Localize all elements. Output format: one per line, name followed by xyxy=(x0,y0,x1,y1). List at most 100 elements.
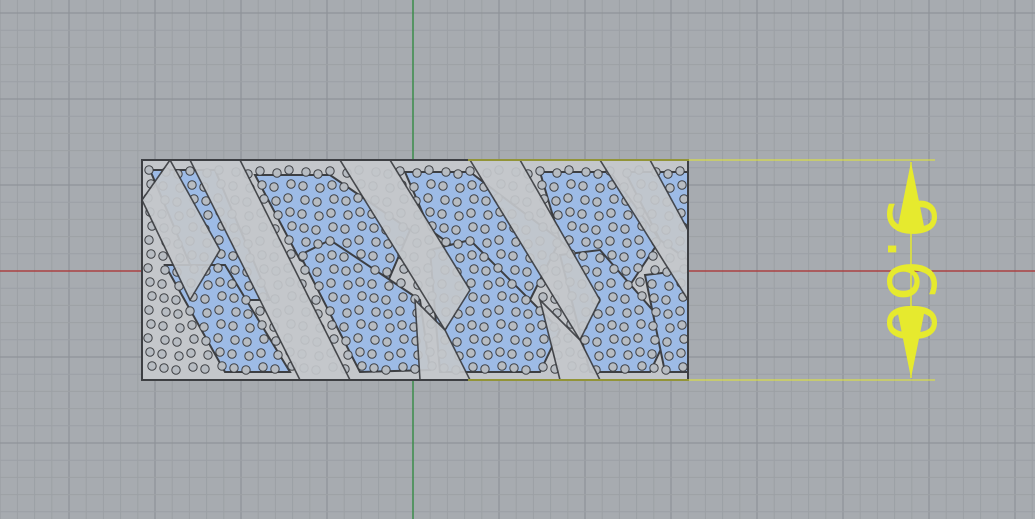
pave-stone xyxy=(567,221,577,231)
pave-stone xyxy=(188,362,198,372)
pave-stone xyxy=(144,305,154,315)
pave-stone xyxy=(497,291,507,301)
pave-stone xyxy=(370,335,380,345)
pave-stone xyxy=(329,194,339,204)
pave-stone xyxy=(591,225,601,235)
pave-stone xyxy=(187,320,197,330)
pave-stone xyxy=(539,334,549,344)
pave-stone xyxy=(581,237,591,247)
pave-stone xyxy=(385,323,395,333)
pave-stone xyxy=(594,351,604,361)
pave-stone xyxy=(661,365,671,375)
pave-stone xyxy=(369,293,379,303)
pave-stone xyxy=(203,210,213,220)
pave-stone xyxy=(342,238,352,248)
pave-stone xyxy=(214,305,224,315)
pave-stone xyxy=(605,306,615,316)
pave-stone xyxy=(143,333,153,343)
pave-stone xyxy=(648,321,658,331)
pave-stone xyxy=(521,295,531,305)
pave-stone xyxy=(423,193,433,203)
pave-stone xyxy=(215,347,225,357)
pave-stone xyxy=(523,309,533,319)
pave-stone xyxy=(480,294,490,304)
pave-stone xyxy=(172,337,182,347)
pave-stone xyxy=(245,323,255,333)
pave-stone xyxy=(203,280,213,290)
pave-stone xyxy=(326,278,336,288)
pave-stone xyxy=(341,266,351,276)
pave-stone xyxy=(609,194,619,204)
pave-stone xyxy=(383,309,393,319)
pave-stone xyxy=(143,263,153,273)
pave-stone xyxy=(524,351,534,361)
pave-stone xyxy=(286,179,296,189)
pave-stone xyxy=(230,265,240,275)
pave-stone xyxy=(493,263,503,273)
pave-stone xyxy=(340,224,350,234)
pave-stone xyxy=(606,208,616,218)
pave-stone xyxy=(620,294,630,304)
pave-stone xyxy=(371,307,381,317)
pave-stone xyxy=(229,363,239,373)
pave-stone xyxy=(551,196,561,206)
pave-stone xyxy=(368,251,378,261)
pave-stone xyxy=(633,263,643,273)
pave-stone xyxy=(160,265,170,275)
pave-stone xyxy=(452,337,462,347)
pave-stone xyxy=(242,337,252,347)
pave-stone xyxy=(146,319,156,329)
pave-stone xyxy=(469,194,479,204)
pave-stone xyxy=(355,277,365,287)
pave-stone xyxy=(510,265,520,275)
rhino-front-viewport[interactable]: 9.60 xyxy=(0,0,1035,519)
pave-stone xyxy=(185,166,195,176)
pave-stone xyxy=(679,334,688,344)
pave-stone xyxy=(147,361,157,371)
pave-stone xyxy=(341,196,351,206)
pave-stone xyxy=(298,251,308,261)
pave-stone xyxy=(509,363,519,373)
pave-stone xyxy=(301,167,311,177)
pave-stone xyxy=(495,277,505,287)
pave-stone xyxy=(438,181,448,191)
pave-stone xyxy=(508,251,518,261)
pave-stone xyxy=(187,180,197,190)
pave-stone xyxy=(426,179,436,189)
ring-band-model[interactable] xyxy=(142,160,688,380)
pave-stone xyxy=(592,267,602,277)
pave-stone xyxy=(325,306,335,316)
pave-stone xyxy=(663,309,673,319)
pave-stone xyxy=(465,236,475,246)
pave-stone xyxy=(340,294,350,304)
viewport-canvas[interactable]: 9.60 xyxy=(0,0,1035,519)
pave-stone xyxy=(301,237,311,247)
pave-stone xyxy=(381,365,391,375)
pave-stone xyxy=(634,235,644,245)
pave-stone xyxy=(314,211,324,221)
pave-stone xyxy=(453,169,463,179)
pave-stone xyxy=(664,351,674,361)
pave-stone xyxy=(284,165,294,175)
pave-stone xyxy=(370,265,380,275)
pave-stone xyxy=(161,307,171,317)
pave-stone xyxy=(144,235,154,245)
pave-stone xyxy=(325,166,335,176)
pave-stone xyxy=(649,363,659,373)
pave-stone xyxy=(595,253,605,263)
pave-stone xyxy=(382,267,392,277)
pave-stone xyxy=(313,169,323,179)
pave-stone xyxy=(171,295,181,305)
pave-stone xyxy=(409,182,419,192)
pave-stone xyxy=(186,348,196,358)
pave-stone xyxy=(553,210,563,220)
pave-stone xyxy=(605,236,615,246)
pave-stone xyxy=(343,280,353,290)
pave-stone xyxy=(269,182,279,192)
pave-stone xyxy=(298,181,308,191)
pave-stone xyxy=(649,293,659,303)
pave-stone xyxy=(675,306,685,316)
pave-stone xyxy=(343,350,353,360)
pave-stone xyxy=(312,197,322,207)
pave-stone xyxy=(213,333,223,343)
